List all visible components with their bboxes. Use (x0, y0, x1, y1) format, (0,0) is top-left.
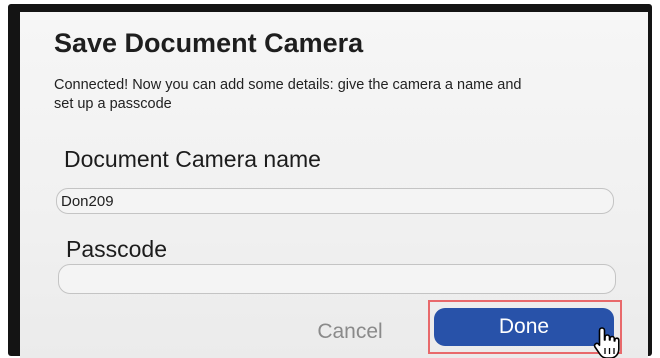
camera-name-label: Document Camera name (64, 146, 321, 172)
photo-frame: Save Document Camera Connected! Now you … (0, 0, 660, 358)
dialog-description: Connected! Now you can add some details:… (54, 77, 522, 112)
passcode-input[interactable] (58, 264, 616, 294)
dialog-title: Save Document Camera (54, 28, 364, 58)
dialog-screen: Save Document Camera Connected! Now you … (20, 12, 648, 358)
done-button[interactable]: Done (434, 308, 614, 346)
camera-name-input[interactable] (56, 188, 614, 214)
hand-pointer-icon (593, 327, 620, 358)
cancel-button[interactable]: Cancel (290, 314, 410, 350)
passcode-label: Passcode (66, 236, 168, 262)
